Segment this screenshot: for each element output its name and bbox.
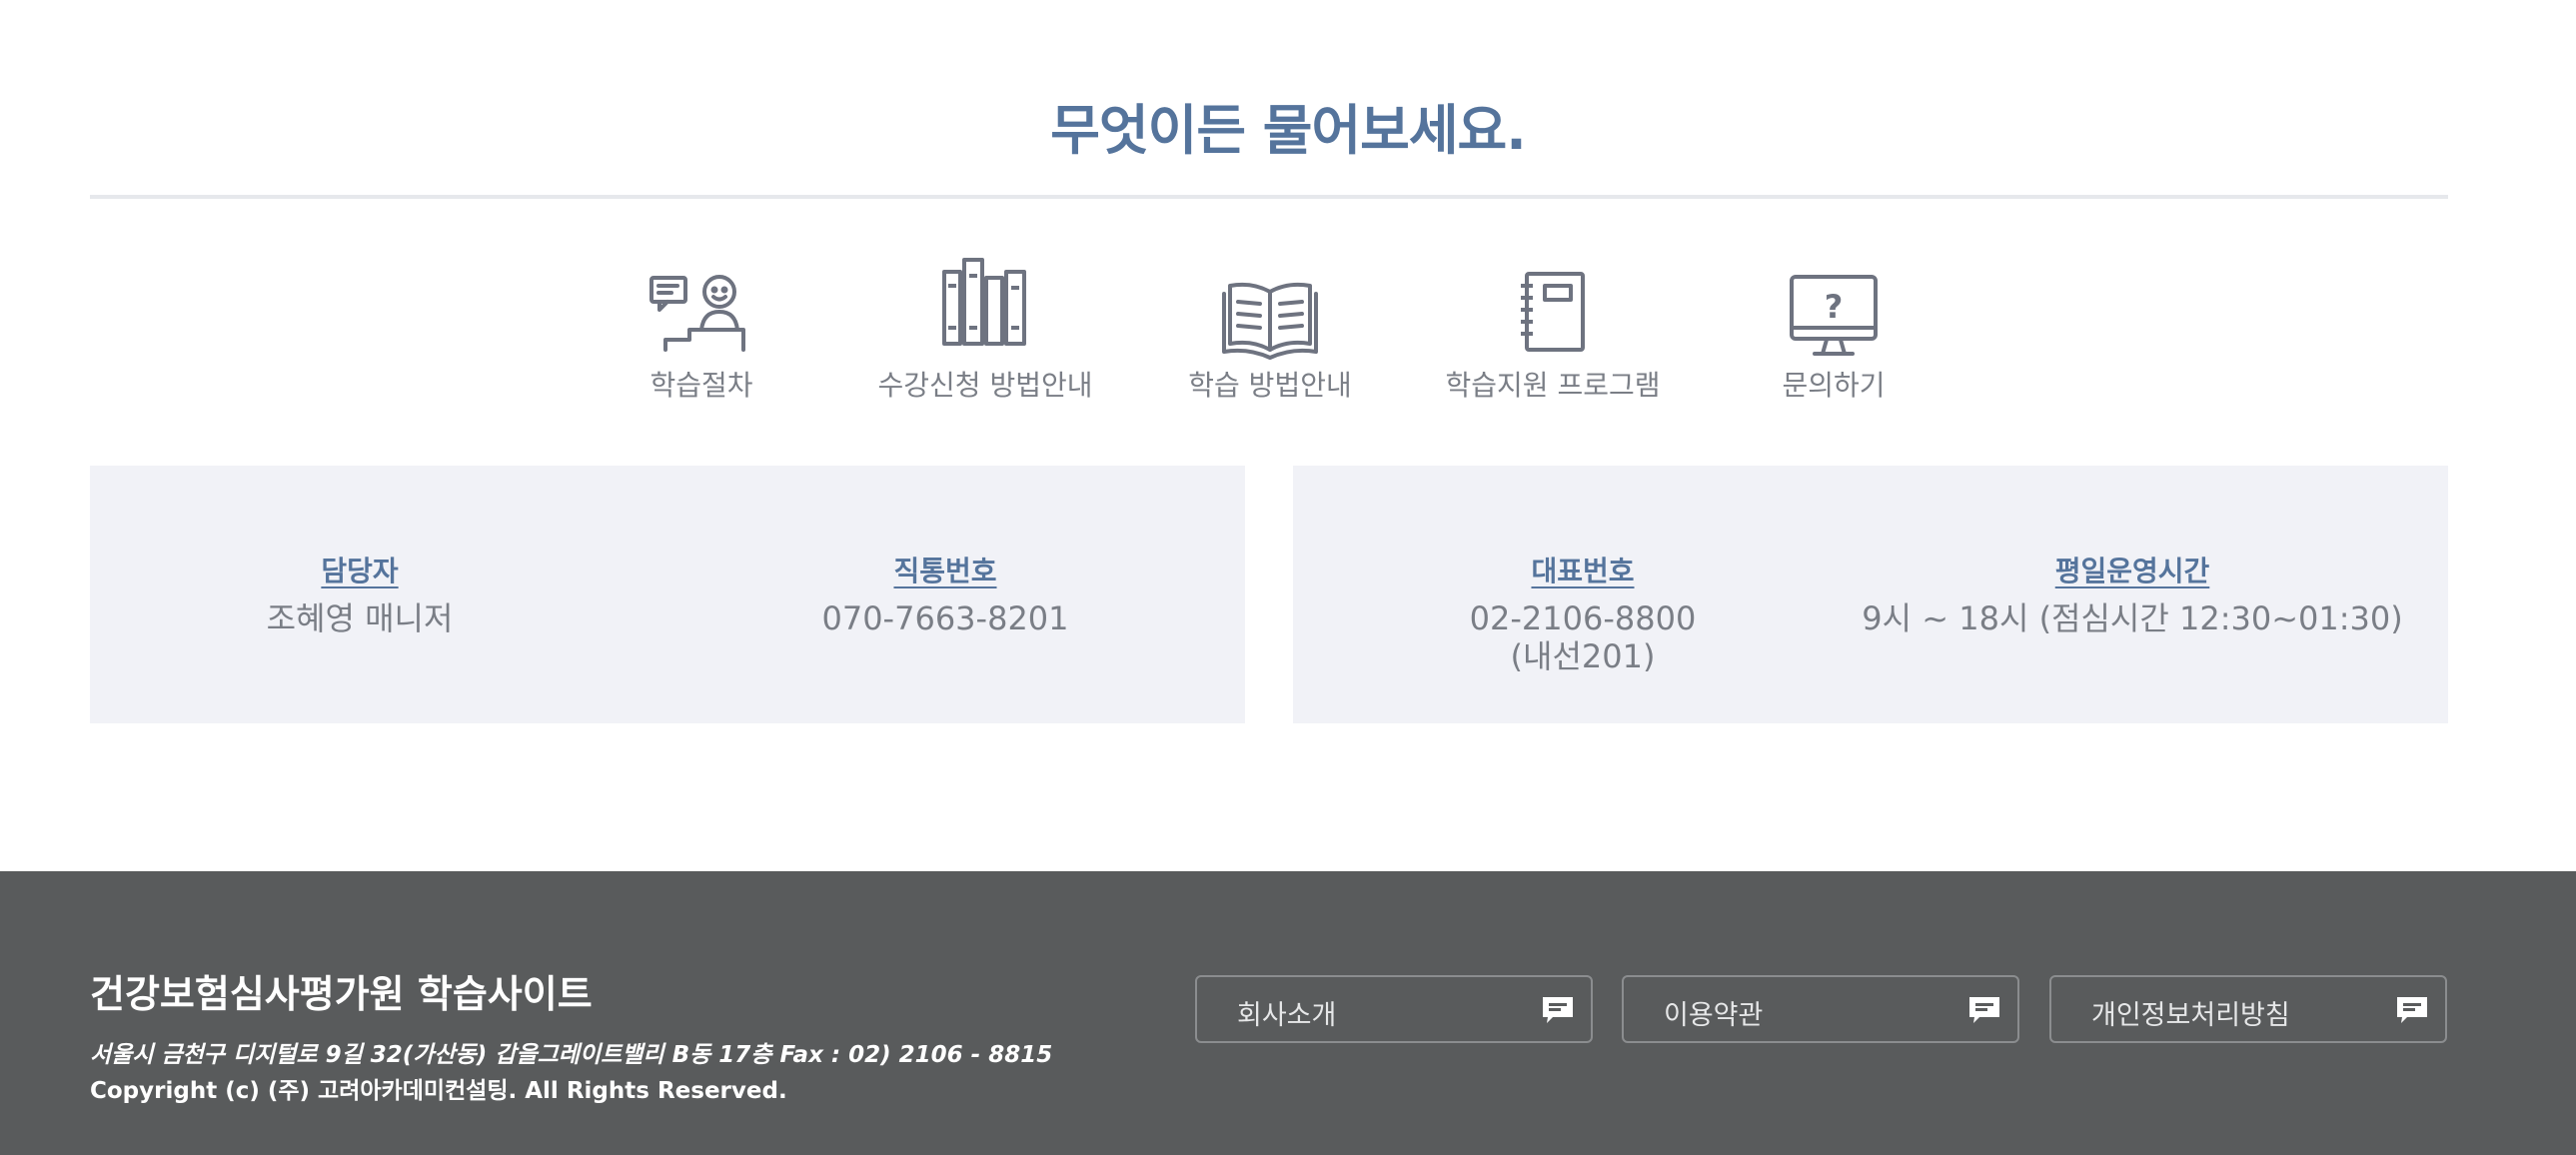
weekday-hours-value: 9시 ~ 18시 (점심시간 12:30~01:30) (1862, 599, 2403, 637)
notebook-icon (1521, 272, 1585, 352)
main-number-extension: (내선201) (1510, 637, 1656, 675)
books-icon (942, 258, 1026, 346)
footer: 건강보험심사평가원 학습사이트 서울시 금천구 디지털로 9길 32(가산동) … (0, 871, 2576, 1155)
direct-number-label: 직통번호 (893, 555, 997, 587)
teacher-icon (649, 275, 745, 352)
manager-value: 조혜영 매니저 (266, 599, 454, 637)
weekday-hours-info: 평일운영시간 9시 ~ 18시 (점심시간 12:30~01:30) (1853, 550, 2412, 637)
quick-menu-label: 문의하기 (1782, 369, 1886, 402)
quick-menu-course-registration-guide[interactable]: 수강신청 방법안내 (875, 250, 1095, 410)
terms-of-use-button[interactable]: 이용약관 (1622, 975, 2019, 1043)
manager-label: 담당자 (321, 555, 399, 587)
title-divider (90, 195, 2448, 199)
chat-bubble-icon (1969, 997, 1999, 1023)
company-intro-button[interactable]: 회사소개 (1195, 975, 1593, 1043)
open-book-icon (1222, 282, 1318, 360)
monitor-question-icon: ? (1790, 275, 1878, 356)
main-number-info: 대표번호 02-2106-8800 (내선201) (1423, 550, 1743, 675)
terms-of-use-label: 이용약관 (1664, 1000, 1764, 1031)
contact-panel-left: 담당자 조혜영 매니저 직통번호 070-7663-8201 (90, 466, 1245, 723)
privacy-policy-button[interactable]: 개인정보처리방침 (2049, 975, 2447, 1043)
quick-menu-learning-support-program[interactable]: 학습지원 프로그램 (1443, 250, 1663, 410)
quick-menu-inquiry[interactable]: ? 문의하기 (1769, 250, 1899, 410)
quick-menu-label: 수강신청 방법안내 (877, 369, 1093, 402)
quick-menu-learning-method-guide[interactable]: 학습 방법안내 (1185, 250, 1355, 410)
direct-number-value: 070-7663-8201 (821, 599, 1069, 637)
quick-menu-label: 학습절차 (649, 369, 753, 402)
manager-info: 담당자 조혜영 매니저 (200, 550, 520, 637)
quick-menu-label: 학습지원 프로그램 (1445, 369, 1661, 402)
chat-bubble-icon (1543, 997, 1573, 1023)
privacy-policy-label: 개인정보처리방침 (2091, 1000, 2290, 1031)
svg-text:?: ? (1825, 288, 1844, 326)
page-title: 무엇이든 물어보세요. (1050, 99, 1526, 162)
quick-menu: 학습절차 수강신청 방법안내 학습 방법안내 학습지원 프로그램 ? 문의하기 (0, 250, 2576, 410)
contact-panel-right: 대표번호 02-2106-8800 (내선201) 평일운영시간 9시 ~ 18… (1293, 466, 2448, 723)
quick-menu-learning-process[interactable]: 학습절차 (642, 250, 761, 410)
chat-bubble-icon (2397, 997, 2427, 1023)
main-number-value: 02-2106-8800 (1469, 599, 1697, 637)
direct-number-info: 직통번호 070-7663-8201 (785, 550, 1105, 637)
footer-copyright: Copyright (c) (주) 고려아카데미컨설팅. All Rights … (90, 1078, 787, 1104)
main-number-label: 대표번호 (1531, 555, 1635, 587)
footer-address: 서울시 금천구 디지털로 9길 32(가산동) 갑을그레이트밸리 B동 17층 … (90, 1042, 1053, 1068)
weekday-hours-label: 평일운영시간 (2054, 555, 2210, 587)
company-intro-label: 회사소개 (1237, 1000, 1337, 1031)
quick-menu-label: 학습 방법안내 (1188, 369, 1352, 402)
footer-site-title: 건강보험심사평가원 학습사이트 (90, 972, 593, 1016)
